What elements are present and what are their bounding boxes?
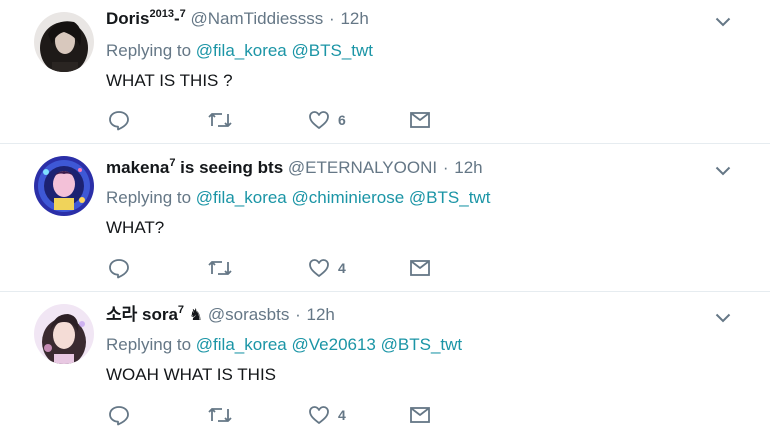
like-icon — [308, 257, 330, 279]
separator-dot: · — [442, 158, 449, 177]
retweet-icon — [207, 109, 233, 131]
user-handle[interactable]: @NamTiddiessss — [190, 9, 323, 28]
reply-icon — [108, 109, 130, 131]
timestamp[interactable]: 12h — [307, 305, 335, 324]
timestamp[interactable]: 12h — [340, 9, 368, 28]
reply-thread: Doris2013-7 @NamTiddiessss · 12h Replyin… — [0, 0, 770, 431]
reply-button[interactable] — [108, 108, 130, 132]
replying-to: Replying to @fila_korea @Ve20613 @BTS_tw… — [106, 335, 463, 354]
chevron-down-icon[interactable] — [712, 307, 734, 329]
like-button[interactable]: 4 — [308, 256, 346, 280]
mention-link[interactable]: @BTS_twt — [409, 188, 491, 207]
reply-icon — [108, 257, 130, 279]
user-handle[interactable]: @sorasbts — [208, 305, 290, 324]
direct-message-button[interactable] — [409, 108, 431, 132]
tweet[interactable]: 소라 sora7 ♞ @sorasbts · 12h Replying to @… — [0, 291, 770, 431]
replying-to: Replying to @fila_korea @BTS_twt — [106, 41, 374, 60]
tweet-header: 소라 sora7 ♞ @sorasbts · 12h — [106, 305, 335, 325]
direct-message-button[interactable] — [409, 256, 431, 280]
like-icon — [308, 109, 330, 131]
timestamp[interactable]: 12h — [454, 158, 482, 177]
mention-link[interactable]: @fila_korea — [196, 188, 287, 207]
direct-message-button[interactable] — [409, 403, 431, 427]
direct-message-icon — [409, 257, 431, 279]
chess-knight-emoji: ♞ — [188, 305, 204, 324]
mention-link[interactable]: @fila_korea — [196, 335, 287, 354]
reply-button[interactable] — [108, 256, 130, 280]
chevron-down-icon[interactable] — [712, 11, 734, 33]
tweet-header: makena7 is seeing bts @ETERNALYOONI · 12… — [106, 158, 483, 178]
like-count: 4 — [338, 407, 346, 423]
tweet-header: Doris2013-7 @NamTiddiessss · 12h — [106, 9, 369, 29]
reply-icon — [108, 404, 130, 426]
like-button[interactable]: 4 — [308, 403, 346, 427]
direct-message-icon — [409, 404, 431, 426]
tweet-text: WOAH WHAT IS THIS — [106, 365, 277, 384]
tweet[interactable]: makena7 is seeing bts @ETERNALYOONI · 12… — [0, 143, 770, 291]
avatar[interactable] — [34, 304, 94, 364]
direct-message-icon — [409, 109, 431, 131]
mention-link[interactable]: @Ve20613 — [292, 335, 376, 354]
avatar[interactable] — [34, 156, 94, 216]
separator-dot: · — [295, 305, 301, 324]
display-name[interactable]: makena7 is seeing bts — [106, 158, 283, 178]
user-handle[interactable]: @ETERNALYOONI — [288, 158, 437, 177]
mention-link[interactable]: @fila_korea — [196, 41, 287, 60]
like-count: 4 — [338, 260, 346, 276]
like-icon — [308, 404, 330, 426]
tweet[interactable]: Doris2013-7 @NamTiddiessss · 12h Replyin… — [0, 0, 770, 143]
mention-link[interactable]: @BTS_twt — [292, 41, 374, 60]
replying-to: Replying to @fila_korea @chiminierose @B… — [106, 188, 491, 207]
retweet-button[interactable] — [207, 256, 233, 280]
reply-button[interactable] — [108, 403, 130, 427]
mention-link[interactable]: @BTS_twt — [381, 335, 463, 354]
retweet-button[interactable] — [207, 403, 233, 427]
chevron-down-icon[interactable] — [712, 160, 734, 182]
avatar[interactable] — [34, 12, 94, 72]
tweet-text: WHAT? — [106, 218, 165, 237]
tweet-text: WHAT IS THIS ? — [106, 71, 233, 90]
retweet-button[interactable] — [207, 108, 233, 132]
retweet-icon — [207, 257, 233, 279]
display-name[interactable]: 소라 sora7 — [106, 305, 184, 325]
display-name[interactable]: Doris2013-7 — [106, 9, 186, 29]
like-button[interactable]: 6 — [308, 108, 346, 132]
like-count: 6 — [338, 112, 346, 128]
retweet-icon — [207, 404, 233, 426]
separator-dot: · — [329, 9, 335, 28]
mention-link[interactable]: @chiminierose — [292, 188, 405, 207]
